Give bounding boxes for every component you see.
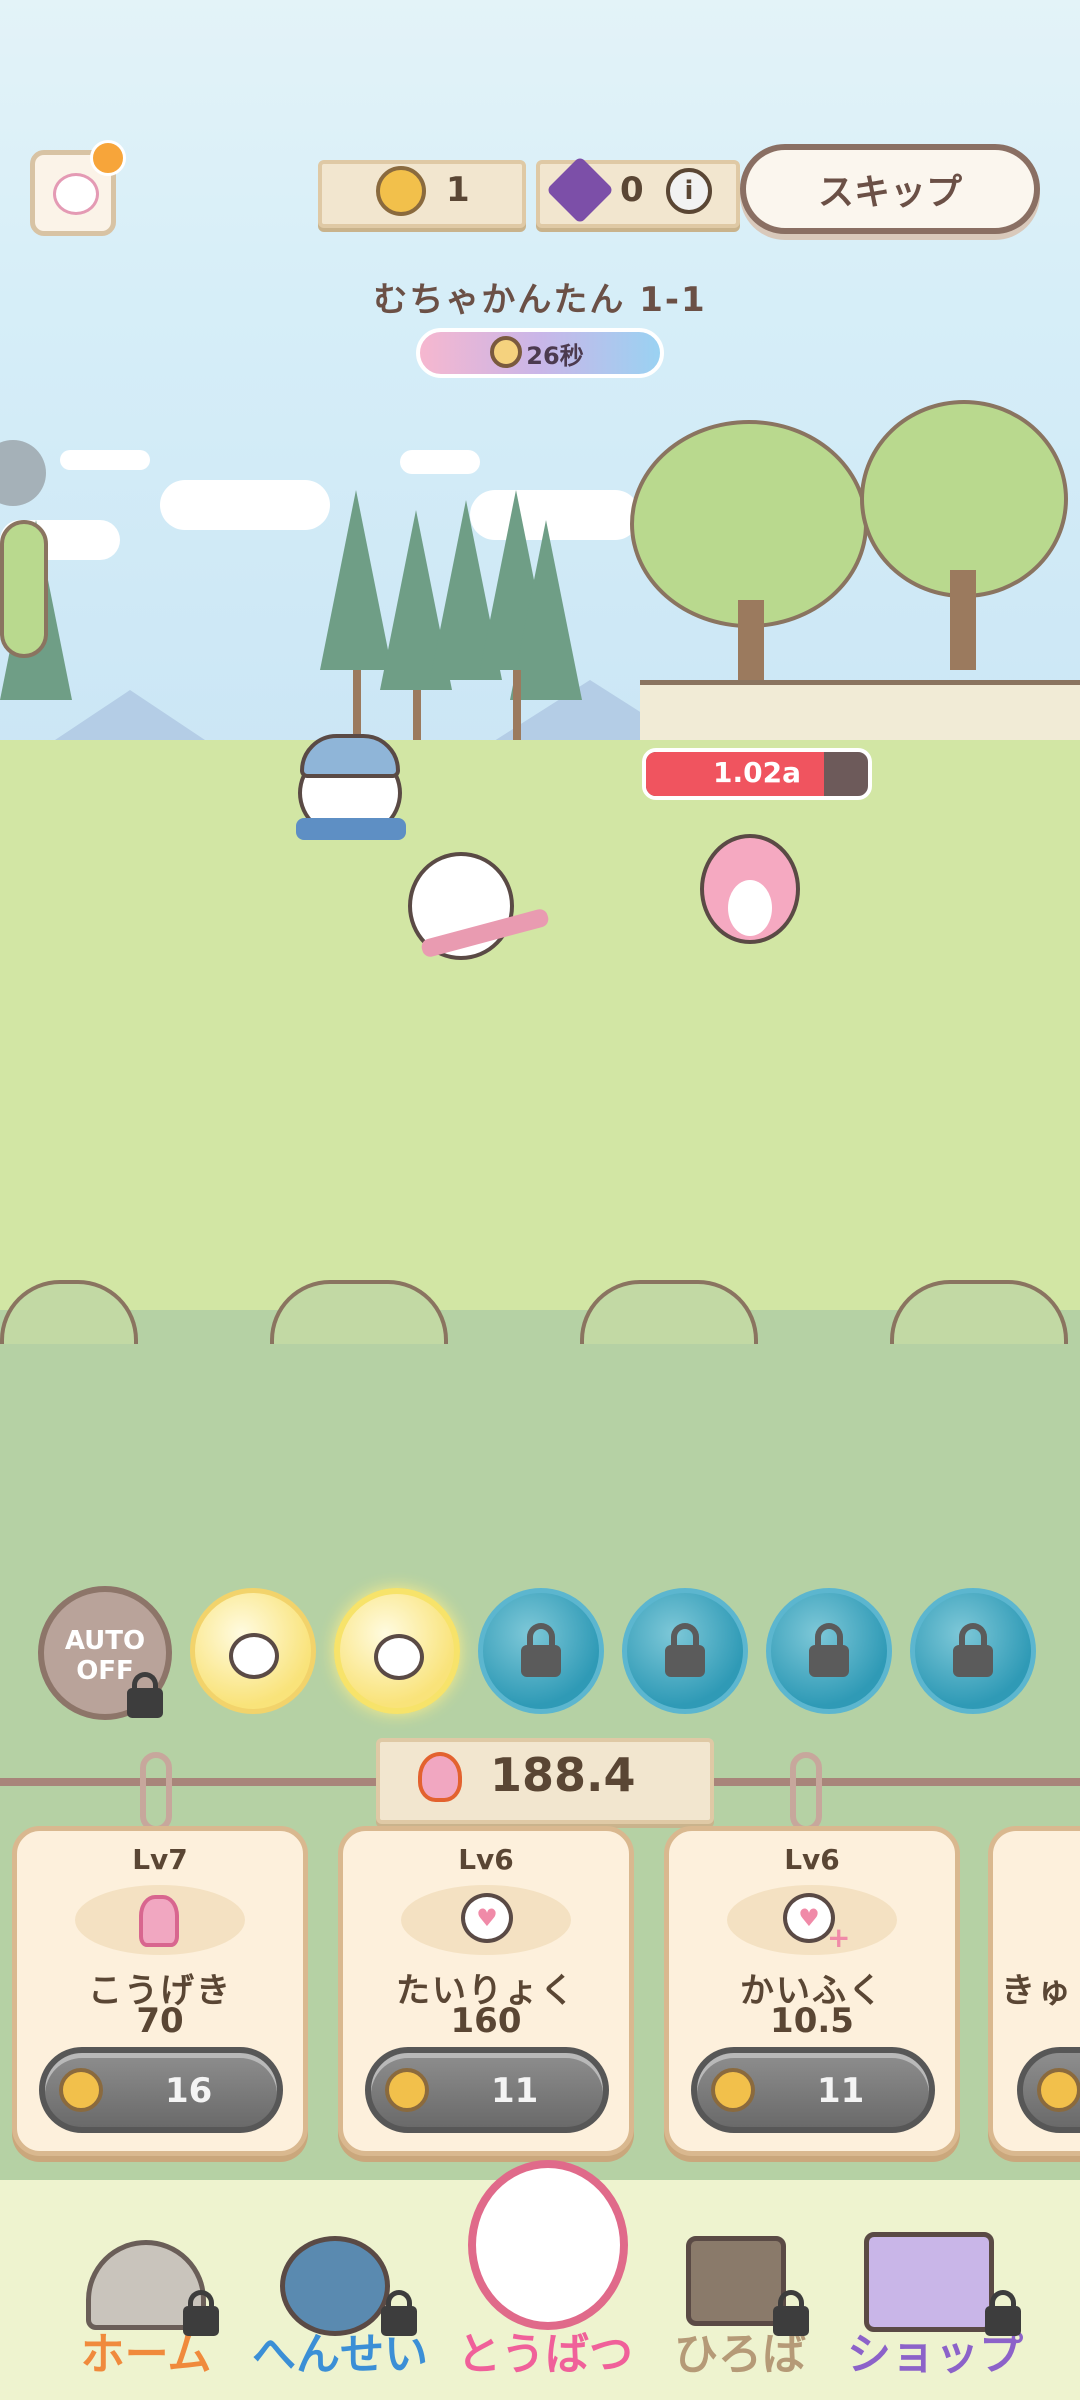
grass-field <box>0 740 1080 1320</box>
lock-icon <box>985 2306 1021 2336</box>
upgrade-cost-button[interactable]: 16 <box>39 2047 283 2133</box>
card-stat-value: 160 <box>450 2001 522 2041</box>
tree-trunk <box>950 570 976 670</box>
avatar-icon <box>53 173 99 215</box>
coin-icon <box>59 2068 103 2112</box>
hachiware-hair <box>300 734 400 778</box>
card-level: Lv6 <box>784 1843 840 1876</box>
upgrade-cost-button[interactable]: 11 <box>691 2047 935 2133</box>
info-icon[interactable]: i <box>666 168 712 214</box>
cost-value: 11 <box>817 2071 865 2111</box>
skill-slot-locked[interactable] <box>622 1588 748 1714</box>
heart-icon: ♥ <box>401 1885 571 1955</box>
power-slingshot-icon <box>418 1752 462 1802</box>
skip-button[interactable]: スキップ <box>740 144 1040 234</box>
card-level: Lv7 <box>132 1843 188 1876</box>
shop-icon <box>864 2232 994 2332</box>
plaza-signpost-icon <box>686 2236 786 2326</box>
cliff <box>640 680 1080 745</box>
timer-text: 26秒 <box>526 342 584 370</box>
nav-battle-label[interactable]: とうばつ <box>440 2318 650 2382</box>
coin-icon <box>1037 2068 1080 2112</box>
skill-chiikawa[interactable] <box>190 1588 316 1714</box>
skill-slot-locked[interactable] <box>478 1588 604 1714</box>
leafy-tree <box>630 420 868 628</box>
skill-hachiware[interactable] <box>334 1588 460 1714</box>
leafy-tree <box>860 400 1068 598</box>
upgrade-cost-button[interactable]: 11 <box>365 2047 609 2133</box>
coin-icon <box>385 2068 429 2112</box>
chiikawa-icon <box>229 1633 279 1679</box>
heal-icon: ♥ + <box>727 1885 897 1955</box>
card-stat-value: 70 <box>136 2001 184 2041</box>
lock-icon <box>127 1688 163 1718</box>
notification-dot <box>90 140 126 176</box>
card-level: Lv6 <box>458 1843 514 1876</box>
upgrade-card-partial[interactable]: きゅ <box>988 1826 1080 2156</box>
lock-icon <box>953 1645 993 1677</box>
upgrade-card-heal[interactable]: Lv6 ♥ + かいふく 10.5 11 <box>664 1826 960 2156</box>
lock-icon <box>665 1645 705 1677</box>
bush <box>270 1280 448 1344</box>
upgrade-cost-button[interactable] <box>1017 2047 1080 2133</box>
leafy-tree <box>0 520 48 658</box>
heart-shape: ♥ <box>461 1893 513 1943</box>
lock-icon <box>809 1645 849 1677</box>
bush <box>580 1280 758 1344</box>
hachiware-icon <box>374 1634 424 1680</box>
cost-value: 11 <box>491 2071 539 2111</box>
cloud <box>160 480 330 530</box>
card-hanger <box>140 1752 172 1832</box>
bush <box>890 1280 1068 1344</box>
skill-slot-locked[interactable] <box>910 1588 1036 1714</box>
lock-icon <box>521 1645 561 1677</box>
coin-icon <box>711 2068 755 2112</box>
power-value: 188.4 <box>490 1748 636 1802</box>
tree-trunk <box>413 690 421 740</box>
tree-trunk <box>353 670 361 740</box>
lock-icon <box>773 2306 809 2336</box>
hachiware-weapon <box>296 818 406 840</box>
upgrade-card-attack[interactable]: Lv7 こうげき 70 16 <box>12 1826 308 2156</box>
lock-icon <box>183 2306 219 2336</box>
card-stat-value: 10.5 <box>770 2001 854 2041</box>
battle-icon <box>468 2160 628 2330</box>
upgrade-card-hp[interactable]: Lv6 ♥ たいりょく 160 11 <box>338 1826 634 2156</box>
coin-count: 1 <box>446 170 470 210</box>
auto-label: AUTO <box>64 1626 146 1656</box>
card-stat-name: きゅ <box>1001 1971 1073 2011</box>
coin-icon <box>376 166 426 216</box>
gem-count: 0 <box>620 170 644 210</box>
stage-title: むちゃかんたん 1-1 <box>373 280 707 320</box>
cloud <box>400 450 480 474</box>
slingshot-icon <box>75 1885 245 1955</box>
enemy-belly <box>728 880 772 936</box>
plus-icon: + <box>827 1921 851 1954</box>
tree-trunk <box>513 670 521 740</box>
enemy-hp-text: 1.02a <box>713 756 801 789</box>
skill-slot-locked[interactable] <box>766 1588 892 1714</box>
cloud <box>60 450 150 470</box>
slingshot-shape <box>139 1895 179 1947</box>
card-hanger <box>790 1752 822 1832</box>
cost-value: 16 <box>165 2071 213 2111</box>
lock-icon <box>381 2306 417 2336</box>
